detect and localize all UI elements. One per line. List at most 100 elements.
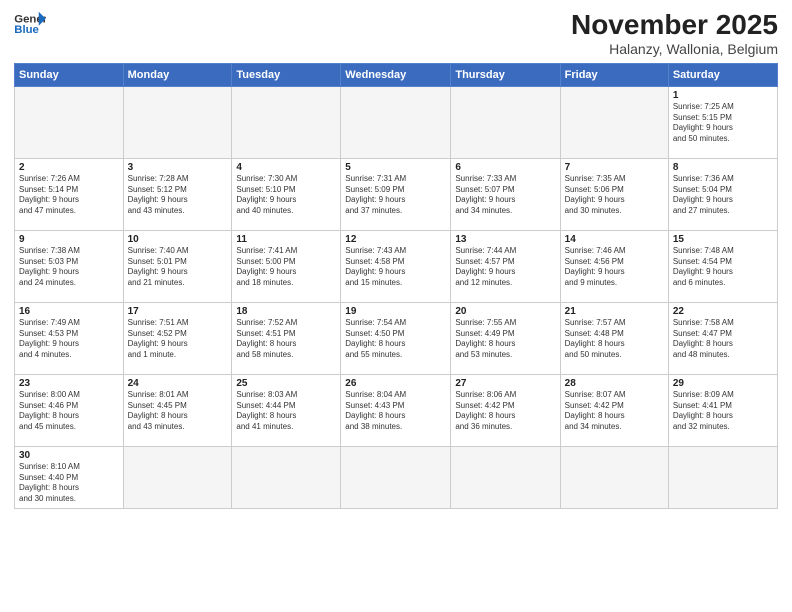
- day-number: 29: [673, 378, 773, 389]
- calendar-week-row: 23Sunrise: 8:00 AM Sunset: 4:46 PM Dayli…: [15, 374, 778, 446]
- calendar-week-row: 9Sunrise: 7:38 AM Sunset: 5:03 PM Daylig…: [15, 230, 778, 302]
- day-number: 1: [673, 90, 773, 101]
- header-wednesday: Wednesday: [341, 63, 451, 86]
- day-info: Sunrise: 7:25 AM Sunset: 5:15 PM Dayligh…: [673, 102, 773, 145]
- calendar-subtitle: Halanzy, Wallonia, Belgium: [571, 41, 778, 57]
- day-number: 11: [236, 234, 336, 245]
- day-info: Sunrise: 7:55 AM Sunset: 4:49 PM Dayligh…: [455, 318, 555, 361]
- day-number: 8: [673, 162, 773, 173]
- table-row: 6Sunrise: 7:33 AM Sunset: 5:07 PM Daylig…: [451, 158, 560, 230]
- table-row: 3Sunrise: 7:28 AM Sunset: 5:12 PM Daylig…: [123, 158, 232, 230]
- table-row: 12Sunrise: 7:43 AM Sunset: 4:58 PM Dayli…: [341, 230, 451, 302]
- calendar-week-row: 2Sunrise: 7:26 AM Sunset: 5:14 PM Daylig…: [15, 158, 778, 230]
- day-info: Sunrise: 7:46 AM Sunset: 4:56 PM Dayligh…: [565, 246, 664, 289]
- table-row: 23Sunrise: 8:00 AM Sunset: 4:46 PM Dayli…: [15, 374, 124, 446]
- page: General Blue November 2025 Halanzy, Wall…: [0, 0, 792, 612]
- table-row: 25Sunrise: 8:03 AM Sunset: 4:44 PM Dayli…: [232, 374, 341, 446]
- table-row: [15, 86, 124, 158]
- day-info: Sunrise: 7:30 AM Sunset: 5:10 PM Dayligh…: [236, 174, 336, 217]
- day-number: 24: [128, 378, 228, 389]
- table-row: [668, 446, 777, 508]
- day-info: Sunrise: 7:40 AM Sunset: 5:01 PM Dayligh…: [128, 246, 228, 289]
- table-row: 20Sunrise: 7:55 AM Sunset: 4:49 PM Dayli…: [451, 302, 560, 374]
- table-row: 26Sunrise: 8:04 AM Sunset: 4:43 PM Dayli…: [341, 374, 451, 446]
- day-number: 21: [565, 306, 664, 317]
- svg-text:Blue: Blue: [14, 24, 39, 36]
- day-number: 19: [345, 306, 446, 317]
- day-info: Sunrise: 8:00 AM Sunset: 4:46 PM Dayligh…: [19, 390, 119, 433]
- day-info: Sunrise: 7:49 AM Sunset: 4:53 PM Dayligh…: [19, 318, 119, 361]
- calendar-week-row: 1Sunrise: 7:25 AM Sunset: 5:15 PM Daylig…: [15, 86, 778, 158]
- table-row: [341, 86, 451, 158]
- day-number: 14: [565, 234, 664, 245]
- table-row: 14Sunrise: 7:46 AM Sunset: 4:56 PM Dayli…: [560, 230, 668, 302]
- calendar-header-row: Sunday Monday Tuesday Wednesday Thursday…: [15, 63, 778, 86]
- logo-icon: General Blue: [14, 10, 46, 38]
- table-row: 7Sunrise: 7:35 AM Sunset: 5:06 PM Daylig…: [560, 158, 668, 230]
- day-number: 2: [19, 162, 119, 173]
- logo: General Blue: [14, 10, 46, 38]
- table-row: 21Sunrise: 7:57 AM Sunset: 4:48 PM Dayli…: [560, 302, 668, 374]
- table-row: 24Sunrise: 8:01 AM Sunset: 4:45 PM Dayli…: [123, 374, 232, 446]
- day-number: 16: [19, 306, 119, 317]
- day-number: 30: [19, 450, 119, 461]
- day-info: Sunrise: 7:51 AM Sunset: 4:52 PM Dayligh…: [128, 318, 228, 361]
- day-info: Sunrise: 7:44 AM Sunset: 4:57 PM Dayligh…: [455, 246, 555, 289]
- header-monday: Monday: [123, 63, 232, 86]
- table-row: 27Sunrise: 8:06 AM Sunset: 4:42 PM Dayli…: [451, 374, 560, 446]
- day-number: 17: [128, 306, 228, 317]
- calendar-table: Sunday Monday Tuesday Wednesday Thursday…: [14, 63, 778, 509]
- day-number: 13: [455, 234, 555, 245]
- table-row: 8Sunrise: 7:36 AM Sunset: 5:04 PM Daylig…: [668, 158, 777, 230]
- table-row: 16Sunrise: 7:49 AM Sunset: 4:53 PM Dayli…: [15, 302, 124, 374]
- calendar-week-row: 16Sunrise: 7:49 AM Sunset: 4:53 PM Dayli…: [15, 302, 778, 374]
- day-info: Sunrise: 8:03 AM Sunset: 4:44 PM Dayligh…: [236, 390, 336, 433]
- title-block: November 2025 Halanzy, Wallonia, Belgium: [571, 10, 778, 57]
- day-info: Sunrise: 7:57 AM Sunset: 4:48 PM Dayligh…: [565, 318, 664, 361]
- table-row: 17Sunrise: 7:51 AM Sunset: 4:52 PM Dayli…: [123, 302, 232, 374]
- table-row: 15Sunrise: 7:48 AM Sunset: 4:54 PM Dayli…: [668, 230, 777, 302]
- header-saturday: Saturday: [668, 63, 777, 86]
- table-row: 18Sunrise: 7:52 AM Sunset: 4:51 PM Dayli…: [232, 302, 341, 374]
- day-number: 4: [236, 162, 336, 173]
- day-number: 6: [455, 162, 555, 173]
- day-info: Sunrise: 8:07 AM Sunset: 4:42 PM Dayligh…: [565, 390, 664, 433]
- day-info: Sunrise: 7:48 AM Sunset: 4:54 PM Dayligh…: [673, 246, 773, 289]
- table-row: 9Sunrise: 7:38 AM Sunset: 5:03 PM Daylig…: [15, 230, 124, 302]
- day-number: 20: [455, 306, 555, 317]
- table-row: 5Sunrise: 7:31 AM Sunset: 5:09 PM Daylig…: [341, 158, 451, 230]
- day-number: 22: [673, 306, 773, 317]
- table-row: [123, 446, 232, 508]
- table-row: 10Sunrise: 7:40 AM Sunset: 5:01 PM Dayli…: [123, 230, 232, 302]
- day-number: 12: [345, 234, 446, 245]
- header-tuesday: Tuesday: [232, 63, 341, 86]
- day-number: 15: [673, 234, 773, 245]
- day-number: 5: [345, 162, 446, 173]
- day-info: Sunrise: 7:54 AM Sunset: 4:50 PM Dayligh…: [345, 318, 446, 361]
- day-number: 28: [565, 378, 664, 389]
- table-row: 22Sunrise: 7:58 AM Sunset: 4:47 PM Dayli…: [668, 302, 777, 374]
- table-row: 13Sunrise: 7:44 AM Sunset: 4:57 PM Dayli…: [451, 230, 560, 302]
- day-info: Sunrise: 7:31 AM Sunset: 5:09 PM Dayligh…: [345, 174, 446, 217]
- day-number: 9: [19, 234, 119, 245]
- table-row: 19Sunrise: 7:54 AM Sunset: 4:50 PM Dayli…: [341, 302, 451, 374]
- table-row: [560, 86, 668, 158]
- day-number: 7: [565, 162, 664, 173]
- day-info: Sunrise: 8:01 AM Sunset: 4:45 PM Dayligh…: [128, 390, 228, 433]
- day-info: Sunrise: 7:43 AM Sunset: 4:58 PM Dayligh…: [345, 246, 446, 289]
- calendar-title: November 2025: [571, 10, 778, 41]
- day-info: Sunrise: 7:33 AM Sunset: 5:07 PM Dayligh…: [455, 174, 555, 217]
- table-row: [341, 446, 451, 508]
- day-info: Sunrise: 7:28 AM Sunset: 5:12 PM Dayligh…: [128, 174, 228, 217]
- day-info: Sunrise: 8:10 AM Sunset: 4:40 PM Dayligh…: [19, 462, 119, 505]
- day-number: 26: [345, 378, 446, 389]
- day-number: 18: [236, 306, 336, 317]
- calendar-week-row: 30Sunrise: 8:10 AM Sunset: 4:40 PM Dayli…: [15, 446, 778, 508]
- day-number: 3: [128, 162, 228, 173]
- table-row: 11Sunrise: 7:41 AM Sunset: 5:00 PM Dayli…: [232, 230, 341, 302]
- table-row: 30Sunrise: 8:10 AM Sunset: 4:40 PM Dayli…: [15, 446, 124, 508]
- day-info: Sunrise: 7:35 AM Sunset: 5:06 PM Dayligh…: [565, 174, 664, 217]
- day-number: 10: [128, 234, 228, 245]
- table-row: 29Sunrise: 8:09 AM Sunset: 4:41 PM Dayli…: [668, 374, 777, 446]
- table-row: 2Sunrise: 7:26 AM Sunset: 5:14 PM Daylig…: [15, 158, 124, 230]
